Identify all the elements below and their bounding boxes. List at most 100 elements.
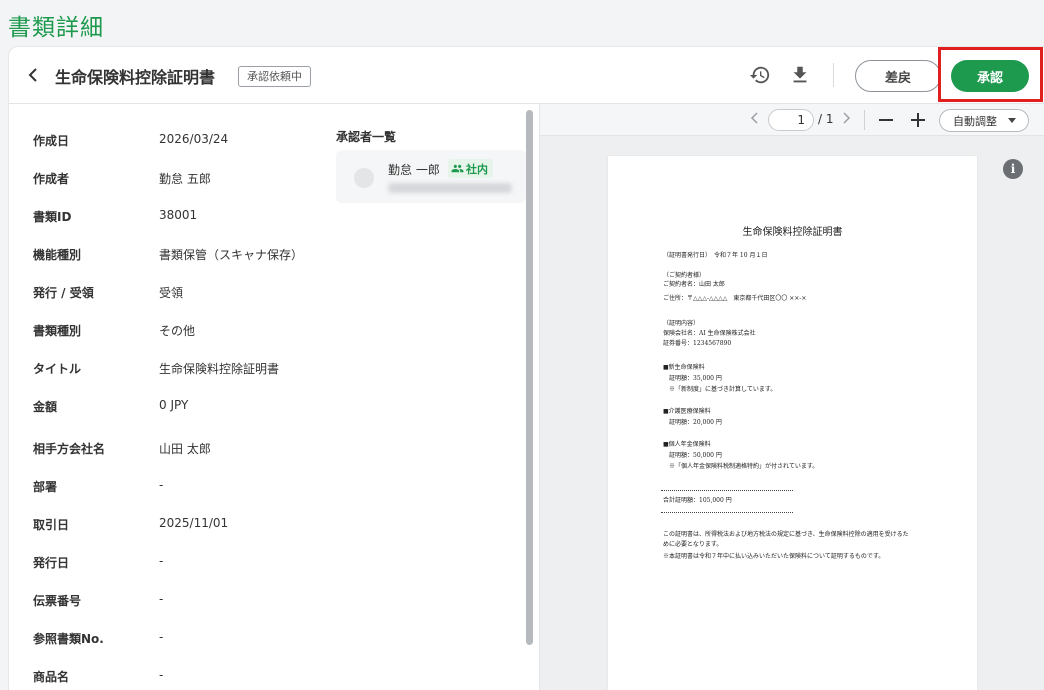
info-value: - — [159, 592, 164, 606]
info-value: 0 JPY — [159, 398, 189, 412]
info-label: タイトル — [33, 362, 82, 376]
status-badge: 承認依頼中 — [238, 66, 311, 87]
info-icon[interactable]: i — [1003, 159, 1023, 179]
scrollbar[interactable] — [526, 110, 533, 645]
info-label: 金額 — [33, 400, 58, 414]
info-label: 作成日 — [33, 134, 70, 148]
minus-icon — [879, 119, 893, 121]
reject-button[interactable]: 差戻 — [855, 60, 941, 92]
group-icon — [451, 164, 464, 173]
approver-email-redacted — [388, 183, 512, 193]
info-label: 参照書類No. — [33, 632, 104, 646]
page-number-input[interactable]: 1 — [768, 109, 814, 131]
caret-down-icon — [1008, 118, 1016, 123]
info-row: 書類種別 その他 — [9, 322, 329, 360]
info-value: 書類保管（スキャナ保存） — [159, 248, 304, 262]
chevron-left-icon — [750, 112, 758, 124]
info-row: 相手方会社名 山田 太郎 — [9, 440, 329, 478]
toolbar-divider — [864, 110, 865, 130]
chevron-right-icon — [843, 112, 851, 124]
info-value: 山田 太郎 — [159, 442, 211, 456]
pdf-text-line: めに必要となります。 — [663, 541, 723, 548]
info-value: 勤怠 五郎 — [159, 172, 211, 186]
pdf-text-line: ※「新制度」に基づき計算しています。 — [663, 386, 777, 393]
pdf-text-line: 証明額：35,000 円 — [663, 375, 722, 382]
pdf-separator — [661, 512, 793, 513]
chevron-left-icon — [28, 68, 37, 82]
pdf-page: 生命保険料控除証明書 （証明書発行日） 令和７年 10 月１日 （ご契約者様） ご契… — [608, 156, 977, 690]
info-label: 発行 / 受領 — [33, 286, 94, 300]
pdf-text-line: 合計証明額：105,000 円 — [663, 497, 732, 504]
pdf-title: 生命保険料控除証明書 — [742, 227, 843, 238]
pdf-text-line: ■介護医療保険料 — [663, 408, 711, 415]
pdf-text-line: この証明書は、所得税法および地方税法の規定に基づき、生命保険料控除の適用を受ける… — [663, 531, 909, 538]
pdf-text-line: ※「個人年金保険料税制適格特約」が付されています。 — [663, 463, 819, 470]
back-button[interactable] — [23, 65, 43, 85]
pdf-text-line: 証明額：50,000 円 — [663, 452, 722, 459]
info-row: 作成日 2026/03/24 — [9, 132, 329, 170]
info-value: 38001 — [159, 208, 198, 222]
zoom-select-value: 自動調整 — [953, 114, 997, 128]
plus-icon — [911, 113, 925, 127]
info-value: 生命保険料控除証明書 — [159, 362, 280, 376]
zoom-out-button[interactable] — [876, 110, 896, 130]
zoom-select[interactable]: 自動調整 — [939, 109, 1029, 132]
info-label: 伝票番号 — [33, 594, 82, 608]
info-row: 書類ID 38001 — [9, 208, 329, 246]
internal-badge-label: 社内 — [466, 162, 488, 176]
document-header: 生命保険料控除証明書 承認依頼中 差戻 承認 — [9, 47, 1044, 104]
zoom-in-button[interactable] — [908, 110, 928, 130]
header-divider — [833, 63, 834, 87]
info-row: 参照書類No. - — [9, 630, 329, 668]
info-row: 金額 0 JPY — [9, 398, 329, 436]
prev-page-button[interactable] — [750, 111, 764, 127]
info-row: 機能種別 書類保管（スキャナ保存） — [9, 246, 329, 284]
info-value: 受領 — [159, 286, 184, 300]
approvers-title: 承認者一覧 — [336, 130, 397, 144]
pdf-separator — [661, 490, 793, 491]
document-detail-card: 生命保険料控除証明書 承認依頼中 差戻 承認 作成日 2026/03/24 作成者 勤… — [8, 46, 1044, 690]
history-icon[interactable] — [749, 64, 771, 86]
pdf-text-line: ■新生命保険料 — [663, 364, 705, 371]
info-label: 商品名 — [33, 670, 70, 684]
document-title: 生命保険料控除証明書 — [55, 68, 216, 87]
info-value: - — [159, 668, 164, 682]
pdf-text-line: （証明内容） — [663, 320, 700, 327]
info-label: 取引日 — [33, 518, 70, 532]
pdf-text-line: ■個人年金保険料 — [663, 441, 711, 448]
next-page-button[interactable] — [841, 111, 855, 127]
info-value: 2026/03/24 — [159, 132, 229, 146]
pdf-text-line: 保険会社名：AI 生命保険株式会社 — [663, 330, 756, 337]
info-row: タイトル 生命保険料控除証明書 — [9, 360, 329, 398]
page-title: 書類詳細 — [8, 15, 104, 41]
page-total: / 1 — [818, 112, 834, 126]
approver-name: 勤怠 一郎 — [388, 163, 440, 177]
info-row: 部署 - — [9, 478, 329, 516]
info-row: 作成者 勤怠 五郎 — [9, 170, 329, 208]
download-icon[interactable] — [789, 64, 811, 86]
document-info-pane: 作成日 2026/03/24 作成者 勤怠 五郎書類ID 38001 機能種別 書類保管（ス… — [9, 104, 539, 690]
info-label: 発行日 — [33, 556, 70, 570]
info-row: 伝票番号 - — [9, 592, 329, 630]
info-label: 書類種別 — [33, 324, 82, 338]
info-label: 相手方会社名 — [33, 442, 106, 456]
pdf-text-line: ご住所：〒△△△-△△△△ 東京都千代田区〇〇 ××-× — [663, 295, 807, 302]
approve-button[interactable]: 承認 — [951, 60, 1029, 92]
info-label: 作成者 — [33, 172, 70, 186]
info-label: 書類ID — [33, 210, 72, 224]
info-value: 2025/11/01 — [159, 516, 229, 530]
pdf-text-line: 証券番号：1234567890 — [663, 340, 732, 347]
approver-card: 勤怠 一郎 社内 — [336, 150, 526, 203]
info-row: 商品名 - — [9, 668, 329, 690]
info-value: - — [159, 630, 164, 644]
info-value: その他 — [159, 324, 196, 338]
pdf-text-line: ご契約者名：山田 太郎 — [663, 281, 725, 288]
avatar — [354, 168, 374, 188]
pdf-text-line: ※本証明書は令和７年中に払い込みいただいた保険料について証明するものです。 — [663, 553, 885, 560]
pdf-text-line: （ご契約者様） — [663, 272, 706, 279]
info-value: - — [159, 554, 164, 568]
viewer-toolbar: 1 / 1 自動調整 — [540, 104, 1044, 136]
info-label: 機能種別 — [33, 248, 82, 262]
pdf-viewer: 1 / 1 自動調整 生命保険料控除証明書 （証明書発行日） 令和７年 10 月… — [539, 104, 1044, 690]
info-value: - — [159, 478, 164, 492]
